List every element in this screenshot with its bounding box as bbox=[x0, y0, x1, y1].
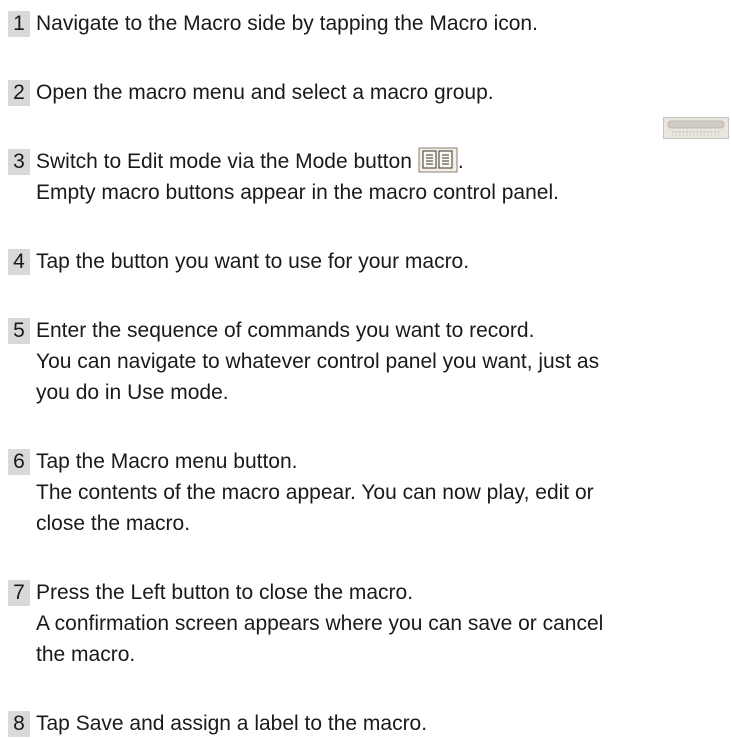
step-number: 1 bbox=[8, 11, 30, 37]
step-text: The contents of the macro appear. You ca… bbox=[36, 481, 594, 504]
button-thumbnail-icon bbox=[663, 117, 729, 139]
step-text: Tap the Macro menu button. bbox=[36, 450, 298, 473]
step-4: 4 Tap the button you want to use for you… bbox=[8, 246, 730, 277]
step-text: You can navigate to whatever control pan… bbox=[36, 350, 600, 373]
step-number: 2 bbox=[8, 80, 30, 106]
step-2: 2 Open the macro menu and select a macro… bbox=[8, 77, 730, 108]
step-6: 6 Tap the Macro menu button. The content… bbox=[8, 446, 730, 539]
step-number: 4 bbox=[8, 249, 30, 275]
step-text: you do in Use mode. bbox=[36, 381, 229, 404]
step-text: A confirmation screen appears where you … bbox=[36, 612, 604, 635]
step-3: 3 Switch to Edit mode via the Mode butto… bbox=[8, 146, 730, 208]
step-5: 5 Enter the sequence of commands you wan… bbox=[8, 315, 730, 408]
step-text: Navigate to the Macro side by tapping th… bbox=[36, 12, 538, 35]
step-text: Open the macro menu and select a macro g… bbox=[36, 81, 494, 104]
step-text: Switch to Edit mode via the Mode button bbox=[36, 150, 412, 173]
step-8: 8 Tap Save and assign a label to the mac… bbox=[8, 708, 730, 739]
mode-button-icon bbox=[418, 147, 458, 173]
step-text: the macro. bbox=[36, 643, 136, 666]
step-text: Empty macro buttons appear in the macro … bbox=[36, 181, 559, 204]
step-text: Press the Left button to close the macro… bbox=[36, 581, 414, 604]
step-1: 1 Navigate to the Macro side by tapping … bbox=[8, 8, 730, 39]
step-text-suffix: . bbox=[457, 150, 464, 173]
step-7: 7 Press the Left button to close the mac… bbox=[8, 577, 730, 670]
step-number: 7 bbox=[8, 580, 30, 606]
step-number: 6 bbox=[8, 449, 30, 475]
step-text: Tap the button you want to use for your … bbox=[36, 250, 470, 273]
step-number: 8 bbox=[8, 711, 30, 737]
step-text: close the macro. bbox=[36, 512, 191, 535]
step-number: 3 bbox=[8, 149, 30, 175]
step-text: Enter the sequence of commands you want … bbox=[36, 319, 535, 342]
step-text-line: Switch to Edit mode via the Mode button … bbox=[36, 146, 730, 177]
step-number: 5 bbox=[8, 318, 30, 344]
step-text: Tap Save and assign a label to the macro… bbox=[36, 712, 428, 735]
step-list: 1 Navigate to the Macro side by tapping … bbox=[8, 8, 730, 739]
